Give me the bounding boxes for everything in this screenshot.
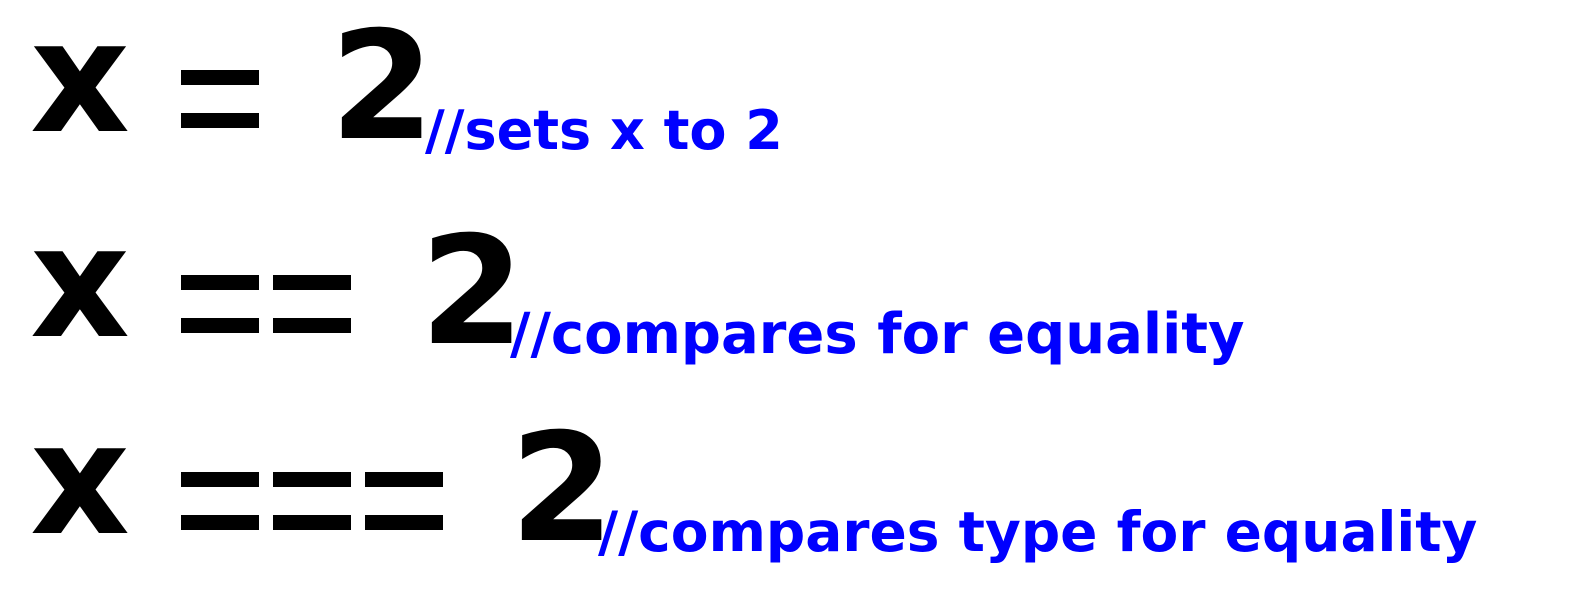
code-line-strict-equality: x 2 //compares type for equality	[0, 402, 1580, 602]
code-comment: //compares type for equality	[598, 500, 1478, 564]
value-literal: 2	[420, 205, 525, 379]
equals-sign-glyph	[181, 275, 259, 333]
value-literal: 2	[330, 0, 435, 174]
code-line-loose-equality: x 2 //compares for equality	[0, 205, 1580, 405]
code-comment: //sets x to 2	[425, 99, 783, 162]
equals-sign-glyph	[273, 472, 351, 530]
variable-name: x	[30, 0, 130, 168]
equals-sign-glyph	[365, 472, 443, 530]
strict-equality-operator	[181, 472, 443, 530]
variable-name: x	[30, 389, 130, 570]
equals-sign-glyph	[181, 70, 259, 128]
loose-equality-operator	[181, 275, 351, 333]
equals-sign-glyph	[273, 275, 351, 333]
variable-name: x	[30, 192, 130, 373]
code-line-assignment: x 2 //sets x to 2	[0, 0, 1580, 200]
code-comment: //compares for equality	[510, 302, 1245, 367]
assignment-operator	[181, 70, 259, 128]
equals-sign-glyph	[181, 472, 259, 530]
